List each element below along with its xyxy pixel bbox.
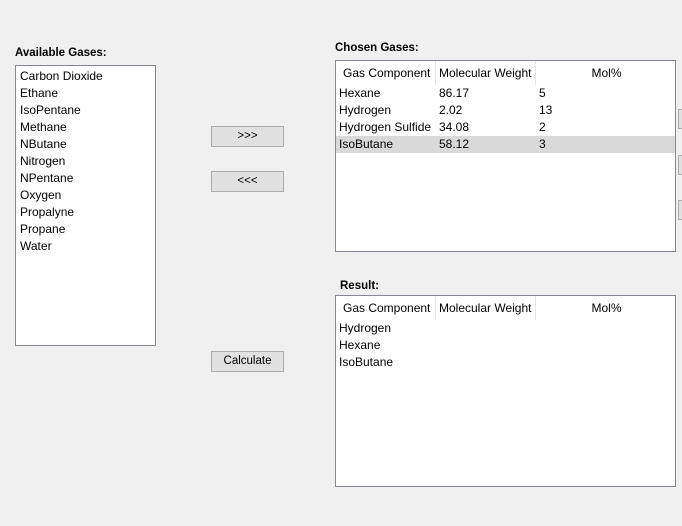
clipped-side-button[interactable] (678, 200, 682, 220)
column-header-molecular-weight[interactable]: Molecular Weight (436, 61, 536, 85)
cell-mol-percent: 2 (539, 120, 546, 134)
remove-gas-button[interactable]: <<< (211, 171, 284, 192)
table-row[interactable]: Hydrogen (336, 320, 675, 337)
cell-mol-percent: 3 (539, 137, 546, 151)
column-header-gas[interactable]: Gas Component (336, 296, 436, 320)
table-header: Gas Component Molecular Weight Mol% (336, 296, 675, 320)
result-label: Result: (340, 280, 379, 292)
table-row[interactable]: Hydrogen Sulfide 34.08 2 (336, 119, 675, 136)
list-item[interactable]: NButane (16, 136, 155, 153)
chosen-gases-table[interactable]: Gas Component Molecular Weight Mol% Hexa… (335, 60, 676, 252)
cell-mol-percent: 5 (539, 86, 546, 100)
clipped-side-button[interactable] (678, 155, 682, 175)
list-item[interactable]: Nitrogen (16, 153, 155, 170)
add-gas-button[interactable]: >>> (211, 126, 284, 147)
list-item[interactable]: Ethane (16, 85, 155, 102)
list-item[interactable]: NPentane (16, 170, 155, 187)
table-row[interactable]: IsoButane (336, 354, 675, 371)
cell-molecular-weight: 58.12 (439, 137, 470, 151)
list-item[interactable]: Oxygen (16, 187, 155, 204)
cell-gas: Hydrogen Sulfide (339, 120, 432, 134)
table-row[interactable]: Hydrogen 2.02 13 (336, 102, 675, 119)
cell-molecular-weight: 2.02 (439, 103, 463, 117)
available-gases-list[interactable]: Carbon Dioxide Ethane IsoPentane Methane… (15, 65, 156, 346)
table-row[interactable]: Hexane (336, 337, 675, 354)
chosen-gases-label: Chosen Gases: (335, 42, 419, 54)
list-item[interactable]: Propalyne (16, 204, 155, 221)
column-header-mol-percent[interactable]: Mol% (536, 61, 675, 85)
cell-gas: IsoButane (339, 355, 394, 369)
table-row-selected[interactable]: IsoButane 58.12 3 (336, 136, 675, 153)
column-header-molecular-weight[interactable]: Molecular Weight (436, 296, 536, 320)
clipped-side-button[interactable] (678, 109, 682, 129)
cell-gas: IsoButane (339, 137, 394, 151)
cell-gas: Hydrogen (339, 103, 392, 117)
list-item[interactable]: Methane (16, 119, 155, 136)
list-item[interactable]: Carbon Dioxide (16, 68, 155, 85)
cell-gas: Hydrogen (339, 321, 392, 335)
calculate-button[interactable]: Calculate (211, 351, 284, 372)
available-gases-label: Available Gases: (15, 47, 107, 59)
cell-molecular-weight: 86.17 (439, 86, 470, 100)
list-item[interactable]: Propane (16, 221, 155, 238)
cell-gas: Hexane (339, 86, 381, 100)
column-header-mol-percent[interactable]: Mol% (536, 296, 675, 320)
column-header-gas[interactable]: Gas Component (336, 61, 436, 85)
table-header: Gas Component Molecular Weight Mol% (336, 61, 675, 85)
cell-gas: Hexane (339, 338, 381, 352)
list-item[interactable]: Water (16, 238, 155, 255)
result-table[interactable]: Gas Component Molecular Weight Mol% Hydr… (335, 295, 676, 487)
cell-mol-percent: 13 (539, 103, 553, 117)
table-row[interactable]: Hexane 86.17 5 (336, 85, 675, 102)
cell-molecular-weight: 34.08 (439, 120, 470, 134)
list-item[interactable]: IsoPentane (16, 102, 155, 119)
